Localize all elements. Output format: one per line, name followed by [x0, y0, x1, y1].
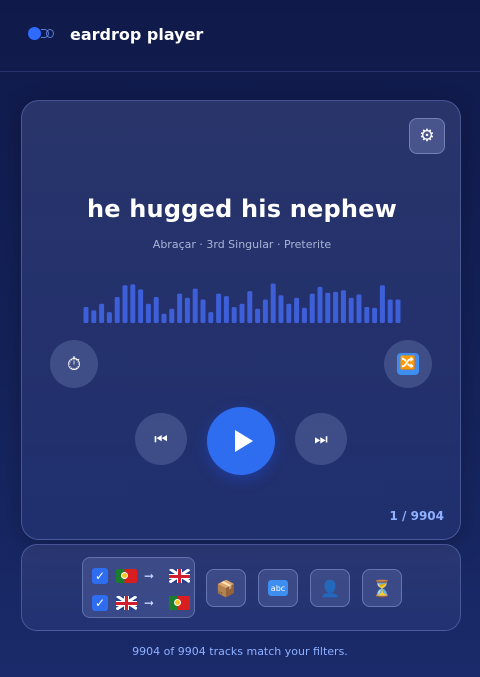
waveform-bar: [99, 303, 105, 323]
arrow-right-icon: ➞: [144, 596, 155, 610]
waveform-bar: [91, 310, 97, 323]
filter-summary: 9904 of 9904 tracks match your filters.: [132, 645, 348, 658]
waveform-bar: [192, 288, 198, 323]
waveform-bar: [231, 307, 237, 323]
waveform-bar: [255, 308, 261, 323]
waveform-bar: [247, 291, 253, 323]
checkbox-en-pt[interactable]: ✓: [92, 595, 108, 611]
waveform-bar: [270, 283, 276, 323]
waveform-bar: [278, 295, 284, 323]
waveform-bar: [395, 299, 401, 323]
hourglass-filter-button[interactable]: ⏳: [362, 569, 402, 607]
waveform-bar: [286, 303, 292, 323]
eardrop-logo-icon: [26, 25, 58, 43]
package-filter-button[interactable]: 📦: [206, 569, 246, 607]
waveform-bar: [294, 297, 300, 323]
waveform-bar: [200, 299, 206, 323]
waveform-bar: [262, 299, 268, 323]
direction-pt-en[interactable]: ✓ ➞: [92, 566, 191, 586]
track-counter: 1 / 9904: [389, 509, 445, 523]
waveform-bar: [138, 289, 144, 323]
app-title: eardrop player: [70, 25, 204, 44]
waveform-bar: [161, 313, 167, 323]
portugal-flag-icon: [116, 569, 137, 583]
abc-filter-button[interactable]: abc: [258, 569, 298, 607]
waveform-bar: [301, 307, 307, 323]
uk-flag-icon: [116, 596, 137, 610]
waveform-bar: [169, 308, 175, 323]
waveform-bar: [130, 284, 136, 323]
waveform-bar: [387, 299, 393, 323]
waveform-bar: [372, 307, 378, 323]
portugal-flag-icon: [169, 596, 191, 610]
next-track-icon: ⏭: [314, 430, 328, 448]
person-icon: 👤: [320, 578, 340, 598]
waveform-bar: [309, 293, 315, 323]
verb-meta: Abraçar · 3rd Singular · Preterite: [152, 238, 332, 251]
waveform-bar: [356, 294, 362, 323]
waveform-bar: [239, 303, 245, 323]
phrase-text: he hugged his nephew: [86, 195, 398, 223]
waveform-bar: [184, 297, 190, 323]
waveform-bar: [153, 297, 159, 323]
waveform-bar: [325, 292, 331, 323]
waveform-bar: [223, 296, 229, 323]
waveform-bar: [379, 285, 385, 323]
waveform-bar: [114, 297, 120, 323]
waveform-bar: [106, 312, 112, 323]
settings-button[interactable]: ⚙: [409, 118, 445, 154]
waveform-bar: [216, 293, 222, 323]
stopwatch-icon: ⏱: [66, 353, 82, 375]
abc-icon: abc: [268, 580, 288, 596]
direction-filter: ✓ ➞ ✓ ➞: [82, 557, 195, 618]
timer-button[interactable]: ⏱: [50, 340, 98, 388]
waveform-bar: [177, 293, 183, 323]
shuffle-button[interactable]: 🔀: [384, 340, 432, 388]
waveform-bar: [145, 303, 151, 323]
waveform-bar: [364, 307, 370, 323]
waveform-bar: [348, 297, 354, 323]
next-track-button[interactable]: ⏭: [295, 413, 347, 465]
waveform-bar: [340, 290, 346, 323]
previous-track-button[interactable]: ⏮: [135, 413, 187, 465]
waveform-bar: [83, 307, 89, 323]
app-header: eardrop player: [0, 0, 480, 72]
uk-flag-icon: [169, 569, 191, 583]
play-button[interactable]: [207, 407, 275, 475]
shuffle-icon: 🔀: [397, 353, 419, 375]
arrow-right-icon: ➞: [144, 569, 155, 583]
direction-en-pt[interactable]: ✓ ➞: [92, 593, 191, 613]
package-icon: 📦: [216, 578, 236, 598]
waveform: [83, 283, 401, 323]
play-icon: [234, 430, 253, 452]
hourglass-icon: ⏳: [372, 578, 392, 598]
waveform-bar: [122, 285, 128, 323]
waveform-bar: [208, 312, 214, 323]
filters-panel: ✓ ➞ ✓ ➞ 📦 abc 👤 ⏳: [21, 544, 461, 631]
person-filter-button[interactable]: 👤: [310, 569, 350, 607]
gear-icon: ⚙: [419, 126, 435, 146]
waveform-bar: [317, 286, 323, 323]
waveform-bar: [333, 291, 339, 323]
player-card: ⚙ he hugged his nephew Abraçar · 3rd Sin…: [21, 100, 461, 540]
previous-track-icon: ⏮: [154, 430, 168, 448]
checkbox-pt-en[interactable]: ✓: [92, 568, 108, 584]
